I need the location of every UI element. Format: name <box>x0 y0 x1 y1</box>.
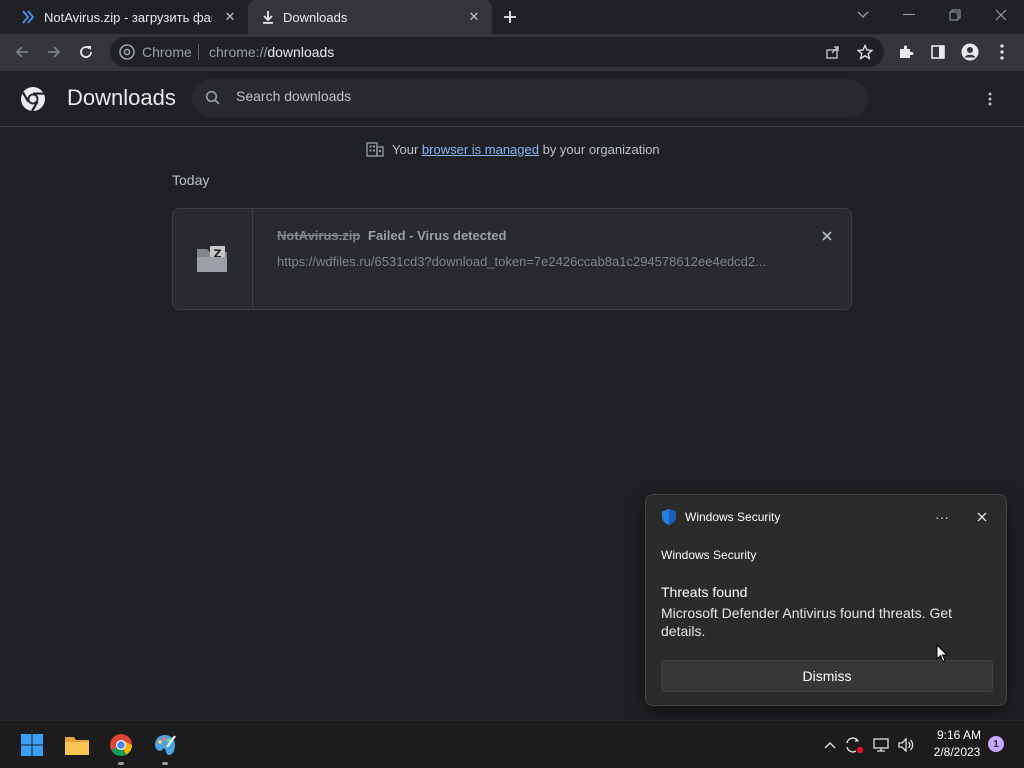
paint-taskbar-button[interactable] <box>149 729 181 761</box>
shield-icon <box>662 509 676 525</box>
browser-toolbar: Chrome chrome://downloads <box>0 34 1024 71</box>
profile-button[interactable] <box>958 40 982 64</box>
download-item: Z NotAvirus.zip Failed - Virus detected … <box>172 208 852 310</box>
url-host: downloads <box>267 44 335 60</box>
windows-security-toast: Windows Security ··· Windows Security Th… <box>645 494 1007 706</box>
restore-icon <box>949 9 961 21</box>
close-toast-button[interactable] <box>970 505 994 529</box>
kebab-menu-icon <box>1000 44 1004 60</box>
new-tab-button[interactable] <box>498 5 522 29</box>
close-window-button[interactable] <box>978 0 1024 30</box>
tab-downloads[interactable]: Downloads ✕ <box>248 0 492 34</box>
close-icon[interactable]: ✕ <box>466 9 482 25</box>
page-title: Downloads <box>67 85 176 110</box>
kebab-menu-icon <box>988 92 992 106</box>
back-button[interactable] <box>10 40 34 64</box>
extensions-button[interactable] <box>894 40 918 64</box>
menu-button[interactable] <box>990 40 1014 64</box>
star-icon[interactable] <box>856 43 874 60</box>
minimize-button[interactable] <box>886 0 932 30</box>
search-input[interactable] <box>236 88 836 104</box>
chrome-color-icon <box>110 734 132 756</box>
start-button[interactable] <box>16 729 48 761</box>
zip-file-icon: Z <box>197 246 227 272</box>
minimize-icon <box>903 14 915 15</box>
clock-date[interactable]: 2/8/2023 <box>926 745 988 759</box>
chevron-up-icon <box>824 742 836 749</box>
folder-icon <box>65 737 89 755</box>
side-panel-button[interactable] <box>926 40 950 64</box>
chevrons-icon <box>20 9 36 25</box>
managed-suffix: by your organization <box>542 141 660 157</box>
running-indicator <box>162 762 168 765</box>
avatar-icon <box>961 43 979 61</box>
building-icon <box>366 142 384 157</box>
managed-prefix: Your <box>392 141 419 157</box>
address-bar[interactable]: Chrome chrome://downloads <box>110 37 884 67</box>
tab-notavirus[interactable]: NotAvirus.zip - загрузить файл ✕ <box>0 0 248 34</box>
tab-strip: NotAvirus.zip - загрузить файл ✕ Downloa… <box>0 0 1024 34</box>
notification-badge[interactable]: 1 <box>988 736 1004 752</box>
search-icon <box>205 90 220 105</box>
chrome-taskbar-button[interactable] <box>105 729 137 761</box>
origin-chip: Chrome <box>142 44 192 60</box>
network-icon <box>873 738 889 752</box>
chrome-icon <box>119 44 135 60</box>
toast-body: Microsoft Defender Antivirus found threa… <box>661 605 953 639</box>
url-scheme: chrome:// <box>209 44 268 60</box>
clock-time[interactable]: 9:16 AM <box>930 728 988 742</box>
file-icon-column: Z <box>173 209 253 309</box>
sync-status-button[interactable] <box>844 735 864 755</box>
tab-title: Downloads <box>283 10 348 25</box>
plus-icon <box>504 11 516 23</box>
show-hidden-icons-button[interactable] <box>820 735 840 755</box>
sync-alert-icon <box>846 737 864 754</box>
tab-search-button[interactable] <box>840 0 886 30</box>
forward-button[interactable] <box>42 40 66 64</box>
managed-notice: Your browser is managed by your organiza… <box>366 140 660 158</box>
tab-title: NotAvirus.zip - загрузить файл <box>44 10 212 25</box>
windows-logo-icon <box>21 734 43 756</box>
toast-app-name: Windows Security <box>685 510 781 524</box>
page-menu-button[interactable] <box>980 87 1000 111</box>
close-icon <box>977 512 987 522</box>
close-icon[interactable]: ✕ <box>222 9 238 25</box>
download-status: Failed - Virus detected <box>368 228 507 243</box>
close-icon <box>995 9 1007 21</box>
toast-heading: Threats found <box>661 584 748 600</box>
file-explorer-button[interactable] <box>61 729 93 761</box>
more-options-button[interactable]: ··· <box>930 505 954 529</box>
toast-subtitle: Windows Security <box>661 548 757 562</box>
volume-button[interactable] <box>896 735 916 755</box>
taskbar <box>0 720 1024 768</box>
downloads-header: Downloads <box>0 71 1024 127</box>
close-icon <box>822 231 832 241</box>
date-section-label: Today <box>172 172 210 188</box>
cursor-icon <box>936 644 948 663</box>
remove-download-button[interactable] <box>817 226 837 246</box>
arrow-left-icon <box>15 46 28 58</box>
download-filename: NotAvirus.zip <box>277 228 361 243</box>
share-icon[interactable] <box>825 44 841 60</box>
search-box[interactable] <box>192 79 868 117</box>
puzzle-icon <box>900 45 914 58</box>
download-icon <box>260 9 276 25</box>
reload-button[interactable] <box>74 40 98 64</box>
dismiss-button[interactable]: Dismiss <box>661 660 993 692</box>
paint-palette-icon <box>155 735 176 755</box>
network-button[interactable] <box>871 735 891 755</box>
arrow-right-icon <box>48 46 61 58</box>
managed-link[interactable]: browser is managed <box>422 142 539 157</box>
chevron-down-icon <box>857 11 869 18</box>
download-url[interactable]: https://wdfiles.ru/6531cd3?download_toke… <box>277 254 766 269</box>
url-text[interactable]: chrome://downloads <box>209 44 334 60</box>
speaker-icon <box>898 737 914 753</box>
running-indicator <box>118 762 124 765</box>
omnibox-divider <box>198 44 199 60</box>
chrome-logo-icon <box>20 86 46 112</box>
restore-button[interactable] <box>932 0 978 30</box>
side-panel-icon <box>931 45 945 59</box>
reload-icon <box>80 46 92 58</box>
